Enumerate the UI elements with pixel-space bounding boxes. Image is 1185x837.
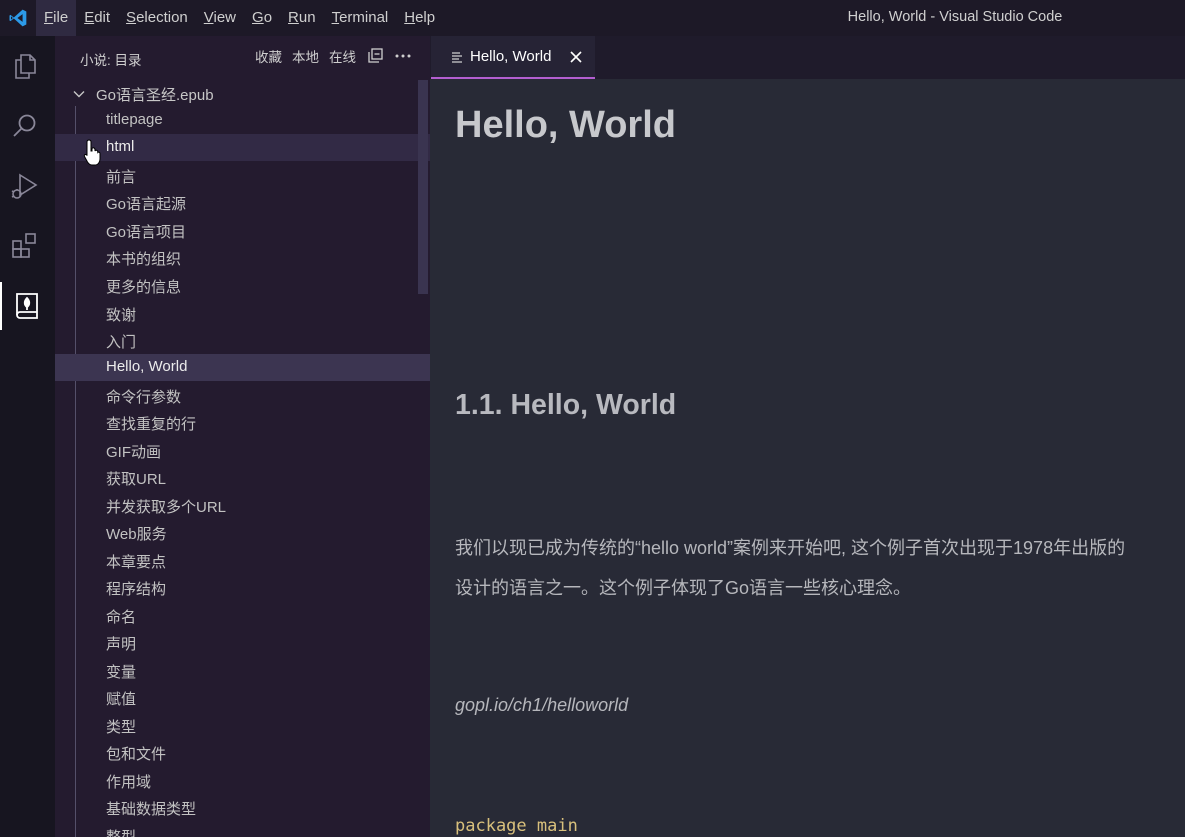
tree-item[interactable]: Web服务 — [55, 519, 430, 546]
vscode-logo-icon[interactable] — [0, 0, 36, 36]
tree-item-label: 本书的组织 — [106, 251, 182, 268]
menu-terminal[interactable]: Terminal — [324, 0, 397, 36]
mouse-cursor-icon — [83, 138, 103, 172]
tree-item-label: 赋值 — [106, 691, 137, 708]
close-icon[interactable] — [567, 48, 585, 70]
tree-root-epub[interactable]: Go语言圣经.epub — [55, 80, 430, 106]
menu-run[interactable]: Run — [280, 0, 324, 36]
sidebar-title: 小说: 目录 — [80, 53, 142, 68]
run-debug-icon[interactable] — [0, 162, 50, 210]
tree-item-label: 致谢 — [106, 307, 137, 324]
menu-selection[interactable]: Selection — [118, 0, 196, 36]
editor-preview[interactable]: Hello, World 1.1. Hello, World 我们以现已成为传统… — [430, 79, 1185, 837]
sidebar-scrollbar[interactable] — [418, 80, 428, 294]
sidebar: 小说: 目录 收藏 本地 在线 Go语言圣经.epub titlepage htm… — [55, 36, 430, 837]
tree-item[interactable]: 作用域 — [55, 767, 430, 794]
sidebar-actions: 收藏 本地 在线 — [255, 46, 412, 66]
tree-item-label: html — [106, 138, 135, 155]
tree-item-label: 变量 — [106, 664, 137, 681]
tree-item[interactable]: 赋值 — [55, 684, 430, 711]
tree-item[interactable]: 声明 — [55, 629, 430, 656]
tree-item[interactable]: 更多的信息 — [55, 272, 430, 299]
book-reader-icon[interactable] — [0, 282, 52, 330]
tree-item-label: Web服务 — [106, 526, 167, 543]
files-icon[interactable] — [0, 42, 50, 90]
tree-item-label: 类型 — [106, 719, 137, 736]
extensions-icon[interactable] — [0, 222, 50, 270]
tree-item[interactable]: 程序结构 — [55, 574, 430, 601]
tree-item-label: 命令行参数 — [106, 389, 182, 406]
tree-item-label: GIF动画 — [106, 444, 161, 461]
heading-2: 1.1. Hello, World — [455, 389, 677, 421]
tree-item-label: 前言 — [106, 169, 137, 186]
activity-bar — [0, 36, 55, 837]
tree-item[interactable]: Hello, World — [55, 354, 430, 381]
heading-1: Hello, World — [455, 104, 676, 146]
tree-item-label: Go语言项目 — [106, 224, 187, 241]
favorites-button[interactable]: 收藏 — [255, 46, 282, 66]
tree-item[interactable]: 变量 — [55, 657, 430, 684]
title-bar: File Edit Selection View Go Run Terminal Help H… — [0, 0, 1185, 36]
tree-item-label: titlepage — [106, 111, 163, 128]
menu-file[interactable]: File — [36, 0, 77, 36]
source-reference: gopl.io/ch1/helloworld — [455, 695, 629, 715]
tree-item[interactable]: 命令行参数 — [55, 382, 430, 409]
tree-item[interactable]: 包和文件 — [55, 739, 430, 766]
search-icon[interactable] — [0, 102, 50, 150]
tree-item[interactable]: titlepage — [55, 107, 430, 134]
menu-edit[interactable]: Edit — [76, 0, 118, 36]
tree-item[interactable]: 整型 — [55, 822, 430, 837]
preview-icon — [450, 50, 464, 68]
tree-item-label: 命名 — [106, 609, 137, 626]
local-button[interactable]: 本地 — [292, 46, 319, 66]
tab-hello-world[interactable]: Hello, World — [431, 36, 595, 79]
tree-item[interactable]: 致谢 — [55, 300, 430, 327]
tree-item[interactable]: 基础数据类型 — [55, 794, 430, 821]
chevron-down-icon — [71, 86, 87, 106]
code-line-1: package main — [455, 816, 578, 836]
tree-root-label: Go语言圣经.epub — [96, 87, 214, 104]
tree-item[interactable]: 本书的组织 — [55, 244, 430, 271]
tree-item[interactable]: 查找重复的行 — [55, 409, 430, 436]
menu-bar: File Edit Selection View Go Run Terminal Help — [36, 0, 443, 36]
tree-item-label: 获取URL — [106, 471, 167, 488]
sidebar-header: 小说: 目录 收藏 本地 在线 — [55, 36, 430, 80]
tree-item-label: Hello, World — [106, 358, 188, 375]
tree-item[interactable]: 前言 — [55, 162, 430, 189]
tree-item-label: 整型 — [106, 826, 136, 837]
tree-item-label: 更多的信息 — [106, 279, 182, 296]
tree-item-label: 声明 — [106, 636, 137, 653]
tree-item[interactable]: Go语言起源 — [55, 189, 430, 216]
tree-item-label: 作用域 — [106, 774, 152, 791]
tree-item[interactable]: 命名 — [55, 602, 430, 629]
tree-item[interactable]: 类型 — [55, 712, 430, 739]
tab-bar: Hello, World — [430, 36, 1185, 79]
tree-item-label: 基础数据类型 — [106, 801, 197, 818]
menu-go[interactable]: Go — [244, 0, 280, 36]
tree-item-label: 程序结构 — [106, 581, 167, 598]
tree-item-label: 包和文件 — [106, 746, 167, 763]
tree-item[interactable]: GIF动画 — [55, 437, 430, 464]
paragraph-line-2: 设计的语言之一。这个例子体现了Go语言一些核心理念。 — [455, 578, 912, 598]
tree-item[interactable]: 本章要点 — [55, 547, 430, 574]
online-button[interactable]: 在线 — [329, 46, 356, 66]
more-actions-icon[interactable] — [394, 47, 412, 65]
menu-view[interactable]: View — [196, 0, 244, 36]
tree-item[interactable]: Go语言项目 — [55, 217, 430, 244]
tab-label: Hello, World — [470, 48, 552, 65]
menu-help[interactable]: Help — [396, 0, 443, 36]
tree-item-label: 查找重复的行 — [106, 416, 197, 433]
tree-item[interactable]: 并发获取多个URL — [55, 492, 430, 519]
tree-item-label: 入门 — [106, 334, 137, 351]
collapse-all-icon[interactable] — [366, 47, 384, 65]
tree-item-label: Go语言起源 — [106, 196, 187, 213]
tree-item-label: 本章要点 — [106, 554, 167, 571]
tree-item[interactable]: 获取URL — [55, 464, 430, 491]
tree-item[interactable]: html — [55, 134, 430, 161]
tree-item[interactable]: 入门 — [55, 327, 430, 354]
tree-item-label: 并发获取多个URL — [106, 499, 227, 516]
paragraph-line-1: 我们以现已成为传统的“hello world”案例来开始吧, 这个例子首次出现于… — [455, 538, 1126, 558]
